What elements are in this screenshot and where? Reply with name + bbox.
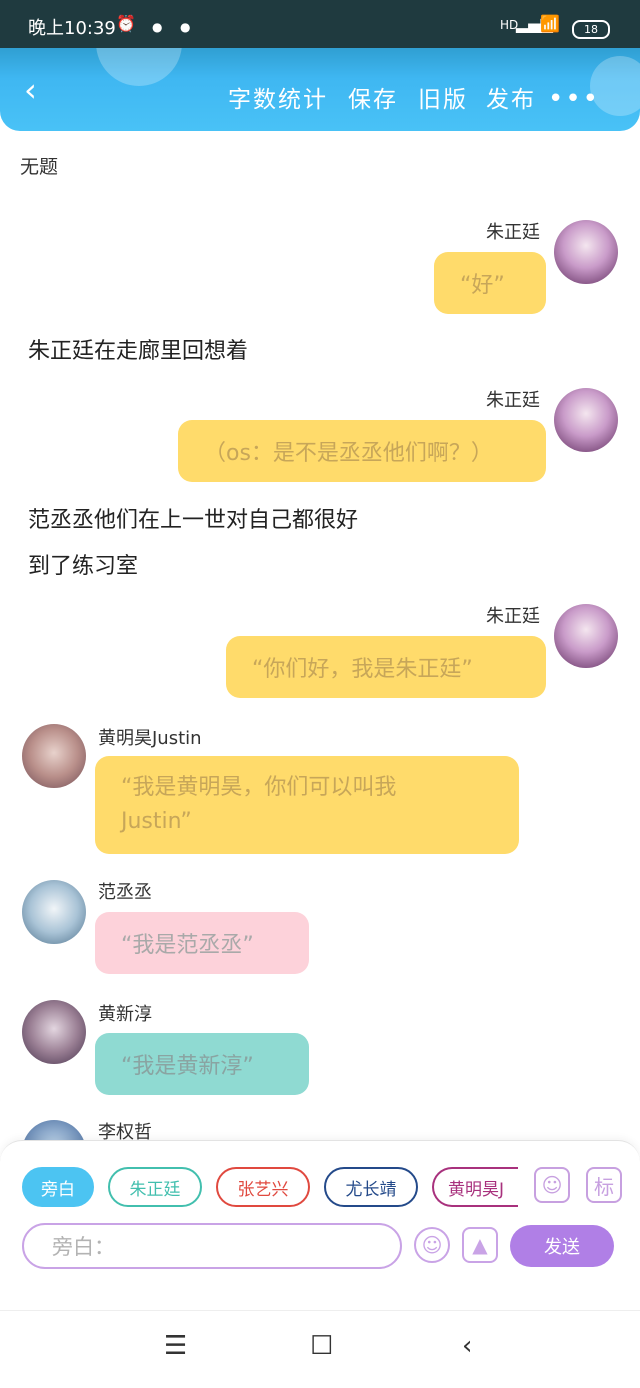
avatar[interactable] xyxy=(554,388,618,452)
page-title: 无题 xyxy=(20,156,59,178)
top-header: 晚上10:39 ⏰ ● ● HD ▂▄▆ 📶 18 ‹ 字数统计 保存 旧版 发… xyxy=(0,0,640,131)
menu-icon[interactable]: ☰ xyxy=(164,1331,187,1361)
back-nav-icon[interactable]: ‹ xyxy=(462,1331,472,1361)
avatar[interactable] xyxy=(22,1000,86,1064)
chat-bubble[interactable]: “好” xyxy=(434,252,546,314)
send-button[interactable]: 发送 xyxy=(510,1225,614,1267)
role-chip[interactable]: 尤长靖 xyxy=(324,1167,418,1207)
wifi-icon: 📶 xyxy=(540,14,560,33)
speaker-name: 黄明昊Justin xyxy=(98,728,202,749)
chat-bubble-line: Justin” xyxy=(121,809,192,834)
person-icon[interactable]: ☺ xyxy=(534,1167,570,1203)
home-icon[interactable]: ☐ xyxy=(310,1331,333,1361)
narration-text[interactable]: 到了练习室 xyxy=(28,548,138,580)
avatar[interactable] xyxy=(554,604,618,668)
status-bar: 晚上10:39 ⏰ ● ● HD ▂▄▆ 📶 18 xyxy=(0,0,640,48)
role-chip[interactable]: 黄明昊J xyxy=(432,1167,518,1207)
chat-bubble[interactable]: “我是范丞丞” xyxy=(95,912,309,974)
publish-button[interactable]: 发布 xyxy=(486,80,536,114)
chat-bubble-line: “我是黄明昊，你们可以叫我 xyxy=(121,775,397,800)
word-count-button[interactable]: 字数统计 xyxy=(228,80,328,114)
battery-indicator: 18 xyxy=(572,20,610,39)
narration-text[interactable]: 范丞丞他们在上一世对自己都很好 xyxy=(28,502,358,534)
speaker-name: 朱正廷 xyxy=(486,606,540,627)
speaker-name: 朱正廷 xyxy=(486,222,540,243)
chat-bubble[interactable]: “我是黄新淳” xyxy=(95,1033,309,1095)
message-input[interactable]: 旁白： xyxy=(22,1223,402,1269)
avatar[interactable] xyxy=(554,220,618,284)
role-chip-narrator[interactable]: 旁白 xyxy=(22,1167,94,1207)
notification-icon: ● xyxy=(152,20,163,34)
notification-icon: ● xyxy=(180,20,191,34)
more-icon[interactable]: ••• xyxy=(548,84,600,114)
old-version-button[interactable]: 旧版 xyxy=(418,80,468,114)
avatar[interactable] xyxy=(22,880,86,944)
tag-icon[interactable]: 标 xyxy=(586,1167,622,1203)
speaker-name: 朱正廷 xyxy=(486,390,540,411)
toolbar: ‹ 字数统计 保存 旧版 发布 ••• xyxy=(0,48,640,131)
speaker-name: 范丞丞 xyxy=(98,882,152,903)
system-nav-bar: ☰ ☐ ‹ xyxy=(0,1310,640,1388)
chat-bubble[interactable]: “我是黄明昊，你们可以叫我 Justin” xyxy=(95,756,519,854)
speaker-name: 黄新淳 xyxy=(98,1004,152,1025)
avatar[interactable] xyxy=(22,724,86,788)
status-time: 晚上10:39 xyxy=(28,18,116,39)
alarm-icon: ⏰ xyxy=(116,14,136,33)
composer-panel: 旁白 朱正廷 张艺兴 尤长靖 黄明昊J ☺ 标 旁白： ☺ ▲ 发送 xyxy=(0,1140,640,1311)
role-chip[interactable]: 朱正廷 xyxy=(108,1167,202,1207)
role-chip[interactable]: 张艺兴 xyxy=(216,1167,310,1207)
chat-bubble[interactable]: “你们好，我是朱正廷” xyxy=(226,636,546,698)
image-icon[interactable]: ▲ xyxy=(462,1227,498,1263)
save-button[interactable]: 保存 xyxy=(348,80,398,114)
emoji-icon[interactable]: ☺ xyxy=(414,1227,450,1263)
narration-text[interactable]: 朱正廷在走廊里回想着 xyxy=(28,333,248,365)
chat-bubble[interactable]: （os：是不是丞丞他们啊？） xyxy=(178,420,546,482)
back-button[interactable]: ‹ xyxy=(24,74,37,106)
